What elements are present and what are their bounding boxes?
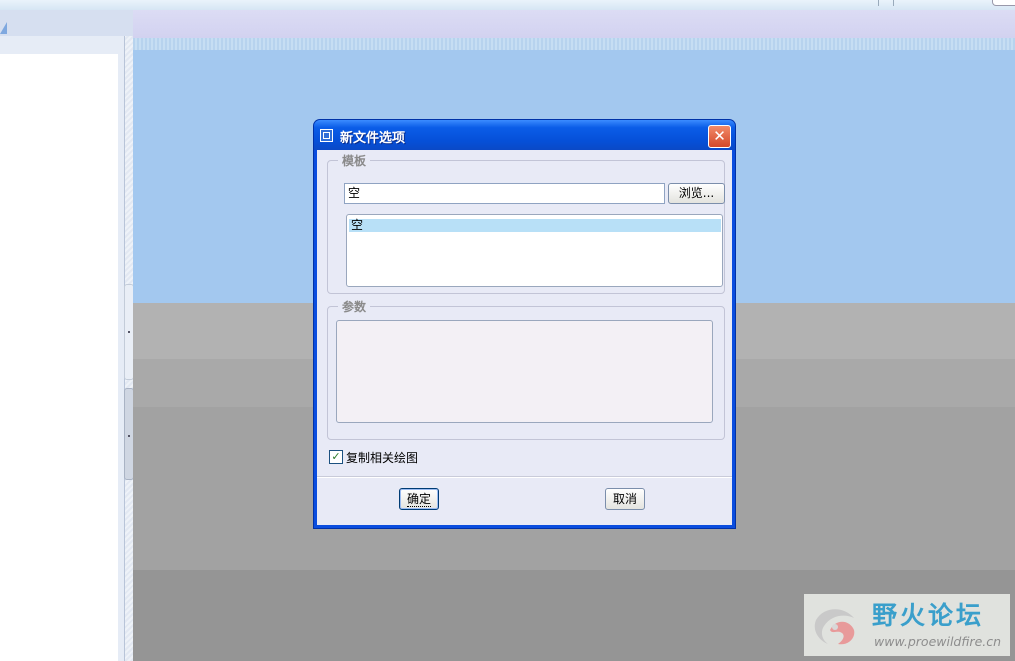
- dialog-titlebar[interactable]: 新文件选项 ✕: [314, 120, 735, 150]
- toolbar-separator: [878, 0, 879, 6]
- window-corner: [992, 0, 1015, 6]
- template-input[interactable]: 空: [344, 183, 665, 204]
- params-group-label: 参数: [338, 298, 371, 315]
- template-group-label: 模板: [338, 152, 371, 169]
- template-list[interactable]: 空: [346, 214, 723, 287]
- watermark-url: www.proewildfire.cn: [874, 634, 1002, 649]
- graphics-header-edge: [133, 38, 1015, 50]
- ok-button[interactable]: 确定: [399, 488, 439, 510]
- model-tree-area[interactable]: [0, 54, 118, 661]
- footer-divider: [317, 477, 732, 478]
- watermark: 野火论坛 www.proewildfire.cn: [804, 594, 1010, 656]
- new-file-options-dialog: 新文件选项 ✕ 模板 空 浏览... 空 参数 ✓ 复制相关绘图 确定 取消: [314, 120, 735, 528]
- copy-drawings-checkbox[interactable]: ✓: [329, 450, 343, 464]
- dialog-body: 模板 空 浏览... 空 参数 ✓ 复制相关绘图 确定 取消: [317, 150, 732, 525]
- close-button[interactable]: ✕: [708, 125, 731, 148]
- cancel-button[interactable]: 取消: [605, 488, 645, 510]
- params-list[interactable]: [336, 320, 713, 423]
- grip-dot: [128, 331, 130, 333]
- browse-button[interactable]: 浏览...: [668, 183, 725, 204]
- params-group: 参数: [327, 298, 725, 440]
- ok-button-label: 确定: [406, 492, 431, 507]
- template-group: 模板 空 浏览... 空: [327, 152, 725, 294]
- toolbar-separator: [893, 0, 894, 6]
- window-icon: [320, 129, 333, 142]
- dialog-title: 新文件选项: [340, 131, 406, 146]
- forum-logo-icon: [814, 609, 855, 645]
- watermark-name: 野火论坛: [872, 601, 985, 630]
- close-icon: ✕: [713, 127, 726, 145]
- list-item[interactable]: 空: [349, 219, 721, 232]
- graphics-header-band: [133, 10, 1015, 38]
- grip-dot: [128, 435, 130, 437]
- copy-drawings-label[interactable]: 复制相关绘图: [346, 449, 418, 466]
- left-panel-header: [0, 10, 133, 36]
- collapse-arrow-icon[interactable]: [0, 22, 7, 34]
